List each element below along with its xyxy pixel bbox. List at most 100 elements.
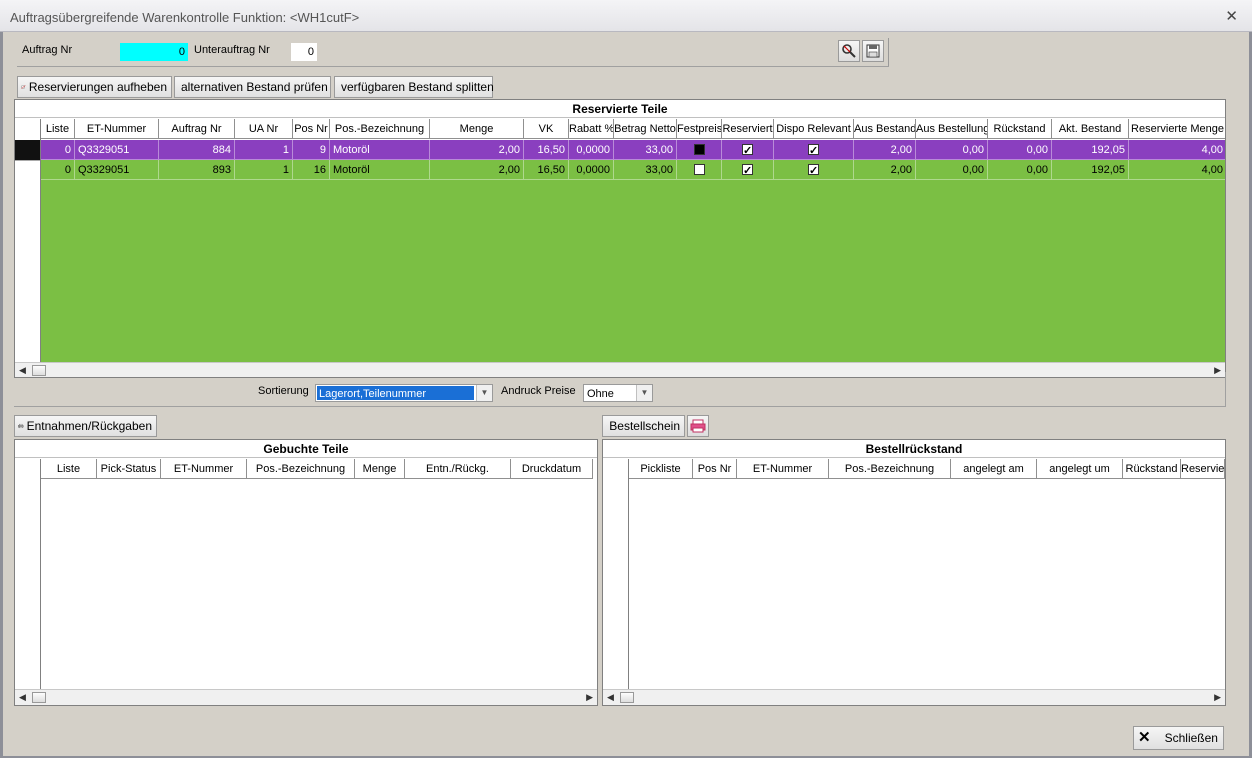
reserved-col-header[interactable]: ET-Nummer [75,119,159,139]
reservierungen-aufheben-button[interactable]: Reservierungen aufheben [17,76,172,98]
bestellschein-label: Bestellschein [609,419,680,433]
booked-col-header[interactable]: Druckdatum [511,459,593,479]
festpreis-checkbox[interactable] [693,164,705,175]
reserved-col-header[interactable]: Festpreis [677,119,722,139]
alternativen-bestand-button[interactable]: alternativen Bestand prüfen [174,76,331,98]
scroll-thumb[interactable] [32,365,46,376]
printer-pink-icon [690,419,706,433]
reserved-col-header[interactable]: Reservierte Menge [1129,119,1225,139]
andruck-select[interactable]: Ohne ▼ [583,384,653,402]
backorder-col-header[interactable]: Pickliste [629,459,693,479]
reserved-col-header[interactable]: Betrag Netto [614,119,677,139]
dispo-checkbox[interactable] [808,141,819,159]
scroll-right-icon[interactable]: ▶ [1214,692,1221,703]
et-cell: Q3329051 [75,160,159,180]
disk-icon [866,44,880,58]
row-selector-active[interactable] [15,140,40,160]
chevron-down-icon[interactable]: ▼ [636,385,652,401]
window-titlebar: Auftragsübergreifende Warenkontrolle Fun… [0,0,1252,32]
reserviert-checkbox[interactable] [742,161,753,179]
booked-col-header[interactable]: Pick-Status [97,459,161,479]
festpreis-checkbox[interactable] [693,144,705,155]
bestellschein-button[interactable]: Bestellschein [602,415,685,437]
backorder-col-header[interactable]: Pos Nr [693,459,737,479]
bez-cell: Motoröl [330,160,430,180]
scroll-thumb[interactable] [620,692,634,703]
reserved-col-header[interactable]: Rabatt % [569,119,614,139]
aus_bestellung-cell: 0,00 [916,140,988,160]
scroll-right-icon[interactable]: ▶ [586,692,593,703]
scroll-left-icon[interactable]: ◀ [607,692,614,703]
verfuegbaren-bestand-label: verfügbaren Bestand splitten [341,80,494,94]
menge-cell: 2,00 [430,160,524,180]
akt_bestand-cell: 192,05 [1052,160,1129,180]
reserved-col-header[interactable]: UA Nr [235,119,293,139]
search-button[interactable] [838,40,860,62]
unterauftrag-input[interactable]: 0 [291,43,317,61]
chevron-down-icon[interactable]: ▼ [476,385,492,401]
backorder-col-header[interactable]: angelegt um [1037,459,1123,479]
print-pink-button[interactable] [687,415,709,437]
auftrag-cell: 884 [159,140,235,160]
verfuegbaren-bestand-button[interactable]: verfügbaren Bestand splitten [334,76,494,98]
reserved-col-header[interactable]: Liste [41,119,75,139]
table-row[interactable]: 0 Q3329051 884 1 9 Motoröl 2,00 16,50 0,0000 33,0… [41,140,1225,160]
booked-hscrollbar[interactable]: ◀ ▶ [15,689,597,705]
reserved-col-header[interactable]: Auftrag Nr [159,119,235,139]
reserved-col-header[interactable]: Aus Bestand [854,119,916,139]
ua-cell: 1 [235,160,293,180]
grid-empty-area [41,180,1225,362]
backorder-hscrollbar[interactable]: ◀ ▶ [603,689,1225,705]
backorder-grid: Bestellrückstand Pickliste Pos Nr ET-Numme… [602,439,1226,706]
alternativen-bestand-label: alternativen Bestand prüfen [181,80,328,94]
entnahmen-rueckgaben-button[interactable]: Entnahmen/Rückgaben [14,415,157,437]
divider [17,66,889,67]
aus_bestellung-cell: 0,00 [916,160,988,180]
search-icon [842,44,856,58]
close-icon[interactable]: ✕ [1225,7,1238,25]
sortierung-select[interactable]: Lagerort,Teilenummer ▼ [315,384,493,402]
rabatt-cell: 0,0000 [569,160,614,180]
reserved-col-header[interactable]: Dispo Relevant [774,119,854,139]
dispo-checkbox[interactable] [808,161,819,179]
booked-col-header[interactable]: ET-Nummer [161,459,247,479]
backorder-col-header[interactable]: ET-Nummer [737,459,829,479]
scroll-thumb[interactable] [32,692,46,703]
table-row[interactable]: 0 Q3329051 893 1 16 Motoröl 2,00 16,50 0,0000 33,… [41,160,1225,180]
reserved-col-header[interactable]: Reserviert [722,119,774,139]
backorder-col-header[interactable]: angelegt am [951,459,1037,479]
booked-col-header[interactable]: Pos.-Bezeichnung [247,459,355,479]
divider [1225,372,1226,407]
scroll-left-icon[interactable]: ◀ [19,692,26,703]
row-selector[interactable] [15,160,40,180]
dispo-checkbox-cell [774,140,854,160]
backorder-col-header[interactable]: Pos.-Bezeichnung [829,459,951,479]
auftrag-input[interactable]: 0 [120,43,188,61]
reserved-col-header[interactable]: Pos Nr [293,119,330,139]
dispo-checkbox-cell [774,160,854,180]
scroll-right-icon[interactable]: ▶ [1214,365,1221,376]
reserved-col-header[interactable]: Menge [430,119,524,139]
backorder-col-header[interactable]: Reservie [1181,459,1225,479]
booked-col-header[interactable]: Entn./Rückg. [405,459,511,479]
backorder-col-header[interactable]: Rückstand [1123,459,1181,479]
reserviert-checkbox-cell [722,140,774,160]
reserviert-checkbox[interactable] [742,141,753,159]
reserved-col-header[interactable]: Aus Bestellung [916,119,988,139]
cancel-reservation-icon [21,85,26,89]
reserved-col-header[interactable]: VK [524,119,569,139]
booked-col-header[interactable]: Liste [41,459,97,479]
reserved-col-header[interactable]: Pos.-Bezeichnung [330,119,430,139]
save-button[interactable] [862,40,884,62]
festpreis-checkbox-cell [677,160,722,180]
main-window: Auftrag Nr 0 Unterauftrag Nr 0 Reservier… [3,32,1249,756]
liste-cell: 0 [41,160,75,180]
andruck-value: Ohne [587,388,614,400]
reserved-parts-grid: Reservierte Teile Liste ET-Nummer Auftrag … [14,99,1226,378]
reserved-hscrollbar[interactable]: ◀ ▶ [15,362,1225,377]
schliessen-button[interactable]: ✕ Schließen [1133,726,1224,750]
scroll-left-icon[interactable]: ◀ [19,365,26,376]
reserved-col-header[interactable]: Rückstand [988,119,1052,139]
booked-col-header[interactable]: Menge [355,459,405,479]
reserved-col-header[interactable]: Akt. Bestand [1052,119,1129,139]
